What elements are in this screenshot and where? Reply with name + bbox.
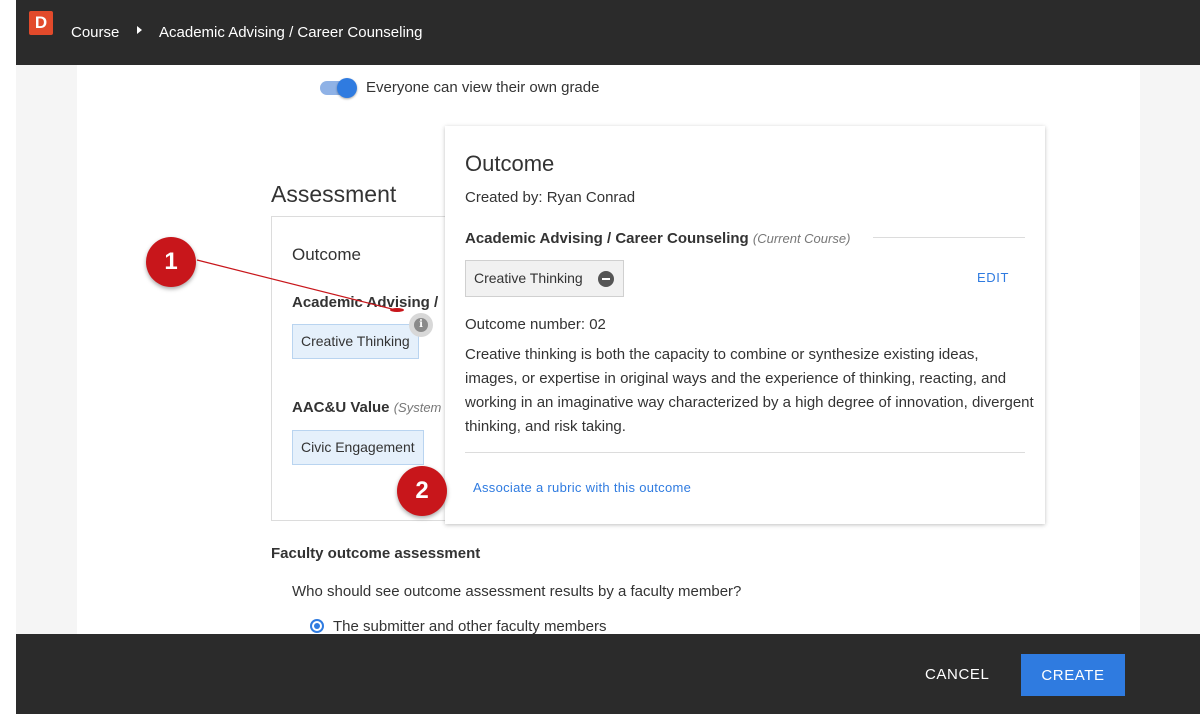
annotation-marker-1: 1 [146,237,196,287]
create-button[interactable]: CREATE [1021,654,1125,696]
annotation-marker-2: 2 [397,466,447,516]
cancel-button[interactable]: CANCEL [925,666,989,683]
annotation-connector [196,259,404,312]
